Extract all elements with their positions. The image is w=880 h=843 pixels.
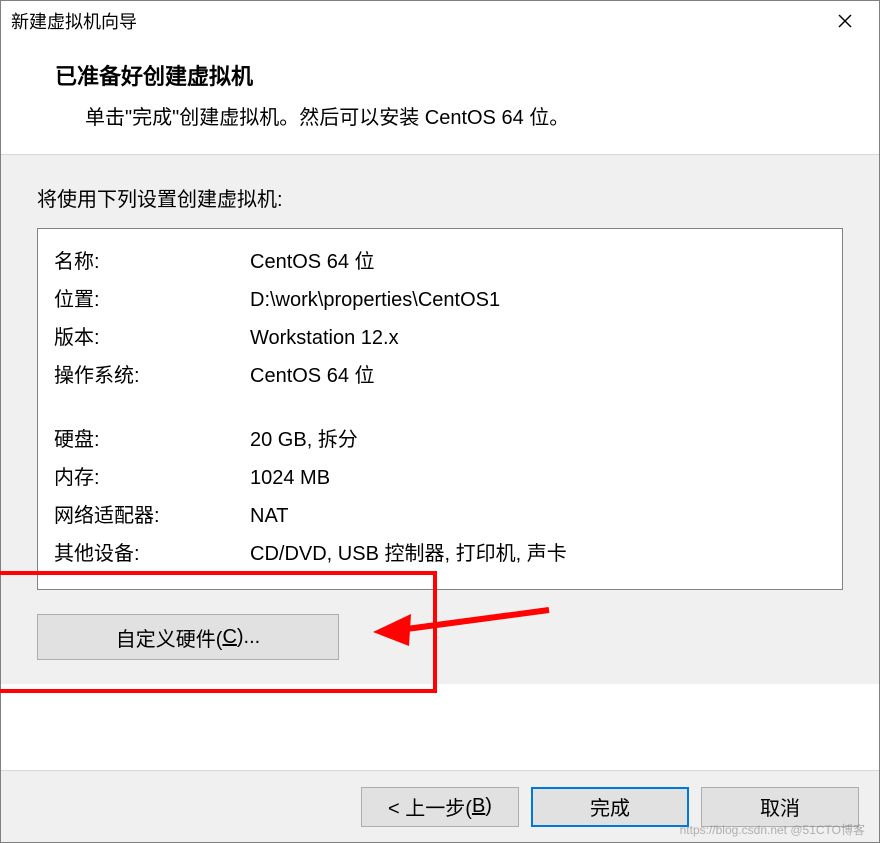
settings-summary-box: 名称: CentOS 64 位 位置: D:\work\properties\C… xyxy=(37,228,843,590)
wizard-window: 新建虚拟机向导 已准备好创建虚拟机 单击"完成"创建虚拟机。然后可以安装 Cen… xyxy=(0,0,880,843)
value-other: CD/DVD, USB 控制器, 打印机, 声卡 xyxy=(250,538,826,570)
value-network: NAT xyxy=(250,500,826,532)
row-gap xyxy=(54,395,826,421)
finish-label: 完成 xyxy=(590,792,630,821)
customize-label-prefix: 自定义硬件( xyxy=(116,623,223,652)
row-version: 版本: Workstation 12.x xyxy=(54,319,826,357)
customize-label-suffix: )... xyxy=(237,626,260,649)
label-location: 位置: xyxy=(54,284,250,316)
wizard-subheading: 单击"完成"创建虚拟机。然后可以安装 CentOS 64 位。 xyxy=(55,101,839,130)
label-os: 操作系统: xyxy=(54,360,250,392)
wizard-heading: 已准备好创建虚拟机 xyxy=(55,59,839,91)
row-os: 操作系统: CentOS 64 位 xyxy=(54,357,826,395)
value-disk: 20 GB, 拆分 xyxy=(250,424,826,456)
label-network: 网络适配器: xyxy=(54,500,250,532)
row-name: 名称: CentOS 64 位 xyxy=(54,243,826,281)
row-disk: 硬盘: 20 GB, 拆分 xyxy=(54,421,826,459)
customize-hardware-button[interactable]: 自定义硬件(C)... xyxy=(37,614,339,660)
value-os: CentOS 64 位 xyxy=(250,360,826,392)
label-memory: 内存: xyxy=(54,462,250,494)
label-version: 版本: xyxy=(54,322,250,354)
cancel-button[interactable]: 取消 xyxy=(701,787,859,827)
back-label-prefix: < 上一步( xyxy=(388,792,472,821)
value-name: CentOS 64 位 xyxy=(250,246,826,278)
finish-button[interactable]: 完成 xyxy=(531,787,689,827)
close-button[interactable] xyxy=(821,1,869,41)
value-location: D:\work\properties\CentOS1 xyxy=(250,284,826,316)
footer-area: < 上一步(B) 完成 取消 https://blog.csdn.net @51… xyxy=(1,770,879,842)
label-name: 名称: xyxy=(54,246,250,278)
value-version: Workstation 12.x xyxy=(250,322,826,354)
back-label-key: B xyxy=(472,795,485,818)
row-location: 位置: D:\work\properties\CentOS1 xyxy=(54,281,826,319)
header-area: 已准备好创建虚拟机 单击"完成"创建虚拟机。然后可以安装 CentOS 64 位… xyxy=(1,41,879,155)
titlebar: 新建虚拟机向导 xyxy=(1,1,879,41)
value-memory: 1024 MB xyxy=(250,462,826,494)
customize-hardware-area: 自定义硬件(C)... xyxy=(37,614,843,660)
window-title: 新建虚拟机向导 xyxy=(11,8,137,34)
row-network: 网络适配器: NAT xyxy=(54,497,826,535)
cancel-label: 取消 xyxy=(760,792,800,821)
customize-label-key: C xyxy=(222,626,236,649)
back-button[interactable]: < 上一步(B) xyxy=(361,787,519,827)
label-other: 其他设备: xyxy=(54,538,250,570)
body-area: 将使用下列设置创建虚拟机: 名称: CentOS 64 位 位置: D:\wor… xyxy=(1,155,879,684)
row-memory: 内存: 1024 MB xyxy=(54,459,826,497)
row-other: 其他设备: CD/DVD, USB 控制器, 打印机, 声卡 xyxy=(54,535,826,573)
intro-text: 将使用下列设置创建虚拟机: xyxy=(37,183,843,212)
back-label-suffix: ) xyxy=(485,795,492,818)
label-disk: 硬盘: xyxy=(54,424,250,456)
close-icon xyxy=(838,14,852,28)
